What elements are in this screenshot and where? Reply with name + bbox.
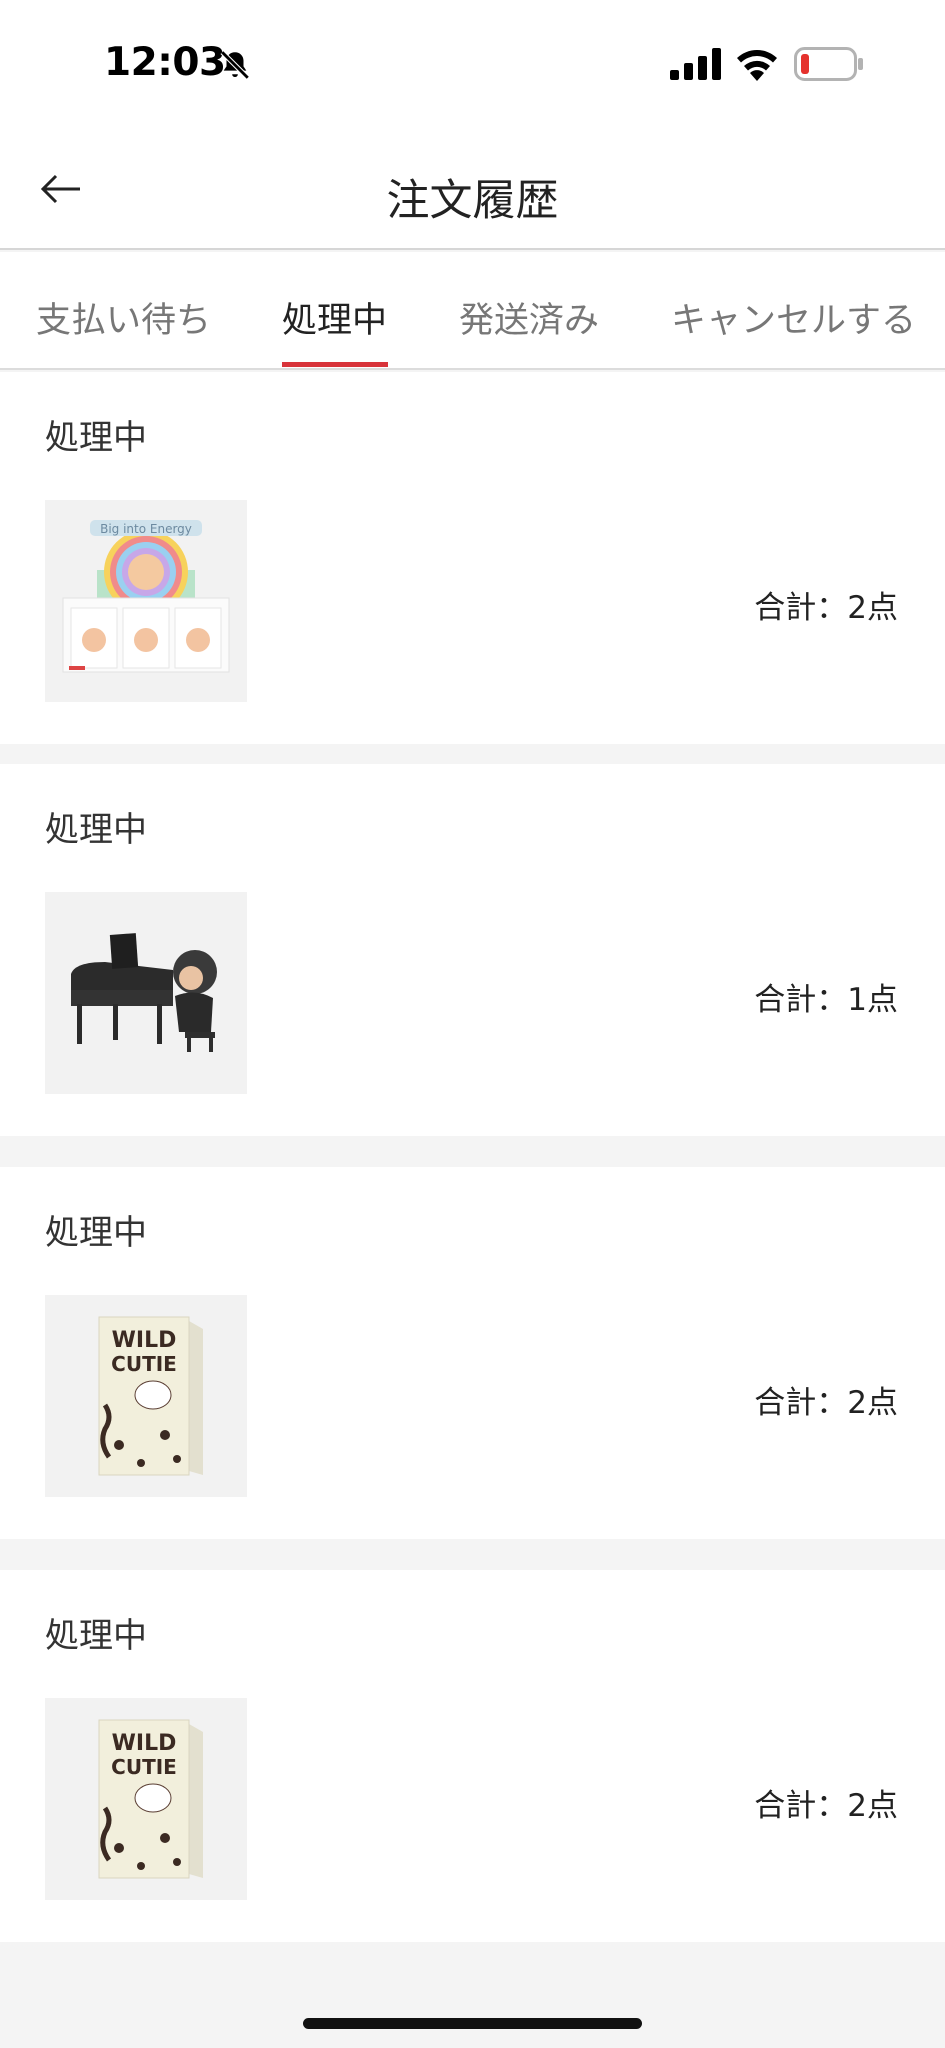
bell-muted-icon bbox=[220, 50, 250, 80]
svg-text:WILD: WILD bbox=[112, 1731, 177, 1756]
wild-cutie-box-image[interactable]: WILD CUTIE bbox=[45, 1295, 247, 1497]
order-total: 合計：1点 bbox=[754, 982, 898, 1018]
order-status-label: 処理中 bbox=[45, 418, 147, 458]
tab-shipped[interactable]: 発送済み bbox=[459, 292, 599, 343]
svg-text:CUTIE: CUTIE bbox=[111, 1352, 177, 1376]
piano-figure-image[interactable] bbox=[45, 892, 247, 1094]
home-indicator[interactable] bbox=[303, 2018, 642, 2029]
active-tab-indicator bbox=[282, 362, 388, 367]
wild-cutie-box-image[interactable]: WILD CUTIE bbox=[45, 1698, 247, 1900]
svg-text:CUTIE: CUTIE bbox=[111, 1755, 177, 1779]
order-status-label: 処理中 bbox=[45, 810, 147, 850]
order-status-label: 処理中 bbox=[45, 1616, 147, 1656]
wifi-icon bbox=[737, 50, 777, 81]
order-status-label: 処理中 bbox=[45, 1213, 147, 1253]
order-total: 合計：2点 bbox=[754, 1385, 898, 1421]
order-total: 合計：2点 bbox=[754, 1788, 898, 1824]
svg-text:WILD: WILD bbox=[112, 1328, 177, 1353]
navigation-bar: 注文履歴 bbox=[0, 128, 945, 250]
tab-cancelled[interactable]: キャンセルする bbox=[671, 292, 916, 343]
page-title: 注文履歴 bbox=[386, 176, 559, 226]
order-card[interactable]: 処理中 Big into Energy 合計：2点 bbox=[0, 372, 945, 744]
svg-text:Big into Energy: Big into Energy bbox=[100, 522, 192, 536]
status-bar: 12:03 bbox=[0, 0, 945, 128]
order-card[interactable]: 処理中 WILD CUTIE 合計：2点 bbox=[0, 1167, 945, 1539]
tab-processing[interactable]: 処理中 bbox=[282, 292, 387, 343]
order-total: 合計：2点 bbox=[754, 590, 898, 626]
big-into-energy-box-set-image[interactable]: Big into Energy bbox=[45, 500, 247, 702]
status-time: 12:03 bbox=[104, 40, 226, 85]
order-card[interactable]: 処理中 合計：1点 bbox=[0, 764, 945, 1136]
cellular-signal-icon bbox=[670, 48, 721, 80]
order-card[interactable]: 処理中 WILD CUTIE 合計：2点 bbox=[0, 1570, 945, 1942]
order-status-tabs: 支払い待ち 処理中 発送済み キャンセルする bbox=[0, 252, 945, 370]
battery-low-icon bbox=[794, 47, 863, 81]
tab-awaiting-payment[interactable]: 支払い待ち bbox=[36, 292, 211, 343]
